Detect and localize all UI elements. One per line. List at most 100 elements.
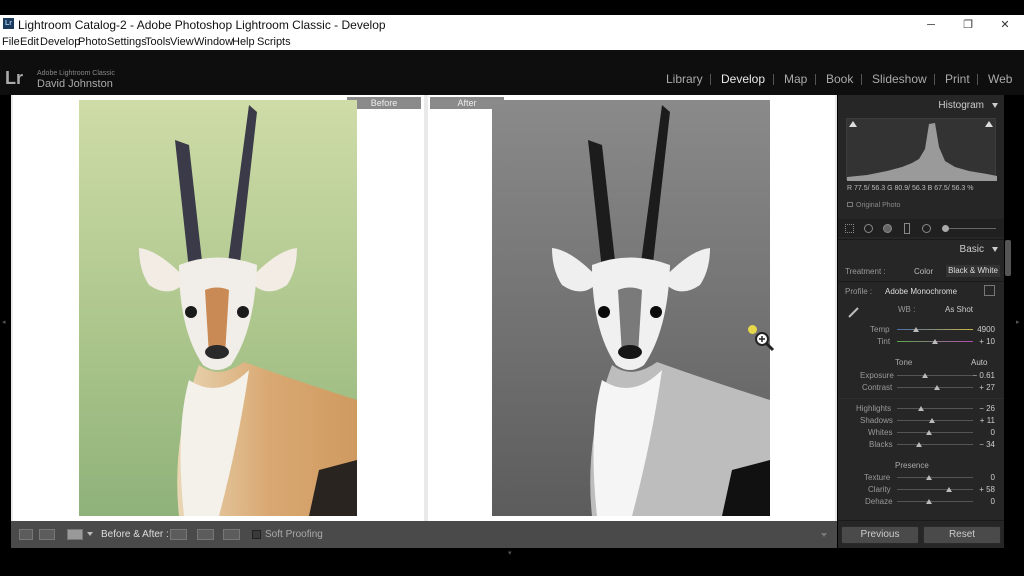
right-panel-toggle-icon[interactable]: ▸ — [1016, 318, 1020, 326]
module-develop[interactable]: Develop — [721, 72, 765, 86]
menu-help[interactable]: Help — [232, 36, 255, 48]
clarity-label: Clarity — [868, 485, 891, 494]
soft-proofing-checkbox[interactable] — [252, 530, 261, 539]
red-eye-icon[interactable] — [883, 224, 892, 233]
toolbar-options-icon[interactable] — [821, 533, 827, 537]
whites-value[interactable]: 0 — [965, 428, 995, 437]
brush-icon[interactable] — [942, 225, 949, 232]
clarity-value[interactable]: + 58 — [965, 485, 995, 494]
dehaze-value[interactable]: 0 — [965, 497, 995, 506]
texture-value[interactable]: 0 — [965, 473, 995, 482]
user-name: David Johnston — [37, 78, 113, 90]
menu-file[interactable]: File — [2, 36, 20, 48]
identity-bar: Lr Adobe Lightroom Classic David Johnsto… — [0, 50, 1024, 95]
module-map[interactable]: Map — [784, 72, 807, 86]
exposure-label: Exposure — [860, 371, 894, 380]
before-label: Before — [347, 97, 421, 109]
copy-after-to-before-button[interactable] — [197, 529, 214, 540]
clarity-slider[interactable] — [897, 489, 973, 490]
contrast-value[interactable]: + 27 — [965, 383, 995, 392]
texture-slider-thumb[interactable] — [926, 475, 932, 480]
panel-divider — [838, 281, 1004, 282]
before-after-view-button[interactable] — [67, 529, 83, 540]
dehaze-slider-thumb[interactable] — [926, 499, 932, 504]
readout-b: B 67.5/ 56.3 — [927, 185, 966, 192]
brush-slider[interactable] — [942, 228, 996, 229]
shadows-value[interactable]: + 11 — [965, 416, 995, 425]
whites-slider-thumb[interactable] — [926, 430, 932, 435]
copy-before-to-after-button[interactable] — [170, 529, 187, 540]
wb-label: WB : — [898, 305, 916, 314]
crop-tool-icon[interactable] — [845, 224, 854, 233]
close-button[interactable]: ✕ — [990, 17, 1020, 33]
shadows-slider[interactable] — [897, 420, 973, 421]
module-book[interactable]: Book — [826, 72, 853, 86]
reference-view-button[interactable] — [39, 529, 55, 540]
highlight-clipping-icon[interactable] — [985, 121, 993, 127]
radial-filter-icon[interactable] — [922, 224, 931, 233]
maximize-button[interactable]: ❐ — [953, 17, 983, 33]
after-photo[interactable] — [492, 100, 770, 516]
module-slideshow[interactable]: Slideshow — [872, 72, 927, 86]
shadow-clipping-icon[interactable] — [849, 121, 857, 127]
minimize-button[interactable]: ─ — [916, 17, 946, 33]
highlights-value[interactable]: − 26 — [965, 404, 995, 413]
profile-browser-icon[interactable] — [984, 285, 995, 296]
menu-develop[interactable]: Develop — [40, 36, 80, 48]
menu-settings[interactable]: Settings — [107, 36, 147, 48]
view-mode-dropdown-icon[interactable] — [87, 532, 93, 536]
blacks-value[interactable]: − 34 — [965, 440, 995, 449]
contrast-slider-thumb[interactable] — [934, 385, 940, 390]
menu-edit[interactable]: Edit — [20, 36, 39, 48]
shadows-slider-thumb[interactable] — [929, 418, 935, 423]
tint-value[interactable]: + 10 — [965, 337, 995, 346]
menu-tools[interactable]: Tools — [145, 36, 171, 48]
temp-slider-thumb[interactable] — [913, 327, 919, 332]
before-photo[interactable] — [79, 100, 357, 516]
menu-scripts[interactable]: Scripts — [257, 36, 291, 48]
menu-photo[interactable]: Photo — [78, 36, 107, 48]
left-panel-toggle-icon[interactable]: ◂ — [2, 318, 6, 326]
right-panel: Histogram R 77.5/ 56.3 G 80.9/ 56.3 B 67… — [838, 95, 1004, 548]
temp-value[interactable]: 4900 — [965, 325, 995, 334]
treatment-color-option[interactable]: Color — [914, 267, 933, 276]
tone-auto-button[interactable]: Auto — [971, 358, 987, 367]
histogram-readout: R 77.5/ 56.3 G 80.9/ 56.3 B 67.5/ 56.3 % — [847, 185, 997, 192]
basic-panel-header[interactable]: Basic — [838, 241, 1004, 257]
blacks-slider[interactable] — [897, 444, 973, 445]
right-panel-scrollbar[interactable] — [1005, 240, 1011, 276]
clarity-slider-thumb[interactable] — [946, 487, 952, 492]
graduated-filter-icon[interactable] — [904, 223, 910, 234]
collapse-icon — [992, 247, 998, 252]
menu-view[interactable]: View — [170, 36, 194, 48]
spot-removal-icon[interactable] — [864, 224, 873, 233]
texture-slider[interactable] — [897, 477, 973, 478]
blacks-slider-thumb[interactable] — [916, 442, 922, 447]
wb-dropdown[interactable]: As Shot — [945, 305, 973, 314]
histogram-header[interactable]: Histogram — [838, 99, 1004, 113]
histogram-graph[interactable] — [846, 118, 997, 181]
module-web[interactable]: Web — [988, 72, 1012, 86]
highlights-slider-thumb[interactable] — [918, 406, 924, 411]
previous-button[interactable]: Previous — [841, 526, 919, 544]
exposure-slider-thumb[interactable] — [922, 373, 928, 378]
module-library[interactable]: Library — [666, 72, 703, 86]
reset-button[interactable]: Reset — [923, 526, 1001, 544]
dehaze-slider[interactable] — [897, 501, 973, 502]
swap-before-after-button[interactable] — [223, 529, 240, 540]
profile-dropdown[interactable]: Adobe Monochrome — [885, 287, 957, 296]
menu-window[interactable]: Window — [194, 36, 233, 48]
exposure-value[interactable]: − 0.61 — [965, 371, 995, 380]
module-print[interactable]: Print — [945, 72, 970, 86]
temp-slider[interactable] — [897, 329, 973, 330]
loupe-view-button[interactable] — [19, 529, 33, 540]
white-balance-eyedropper-icon[interactable] — [847, 305, 861, 319]
presence-section-label: Presence — [895, 461, 929, 470]
collapse-icon — [992, 103, 998, 108]
highlights-slider[interactable] — [897, 408, 973, 409]
exposure-slider[interactable] — [897, 375, 973, 376]
tint-slider-thumb[interactable] — [932, 339, 938, 344]
treatment-bw-option[interactable]: Black & White — [946, 265, 1000, 277]
filmstrip-toggle-icon[interactable]: ▾ — [508, 549, 512, 557]
whites-slider[interactable] — [897, 432, 973, 433]
